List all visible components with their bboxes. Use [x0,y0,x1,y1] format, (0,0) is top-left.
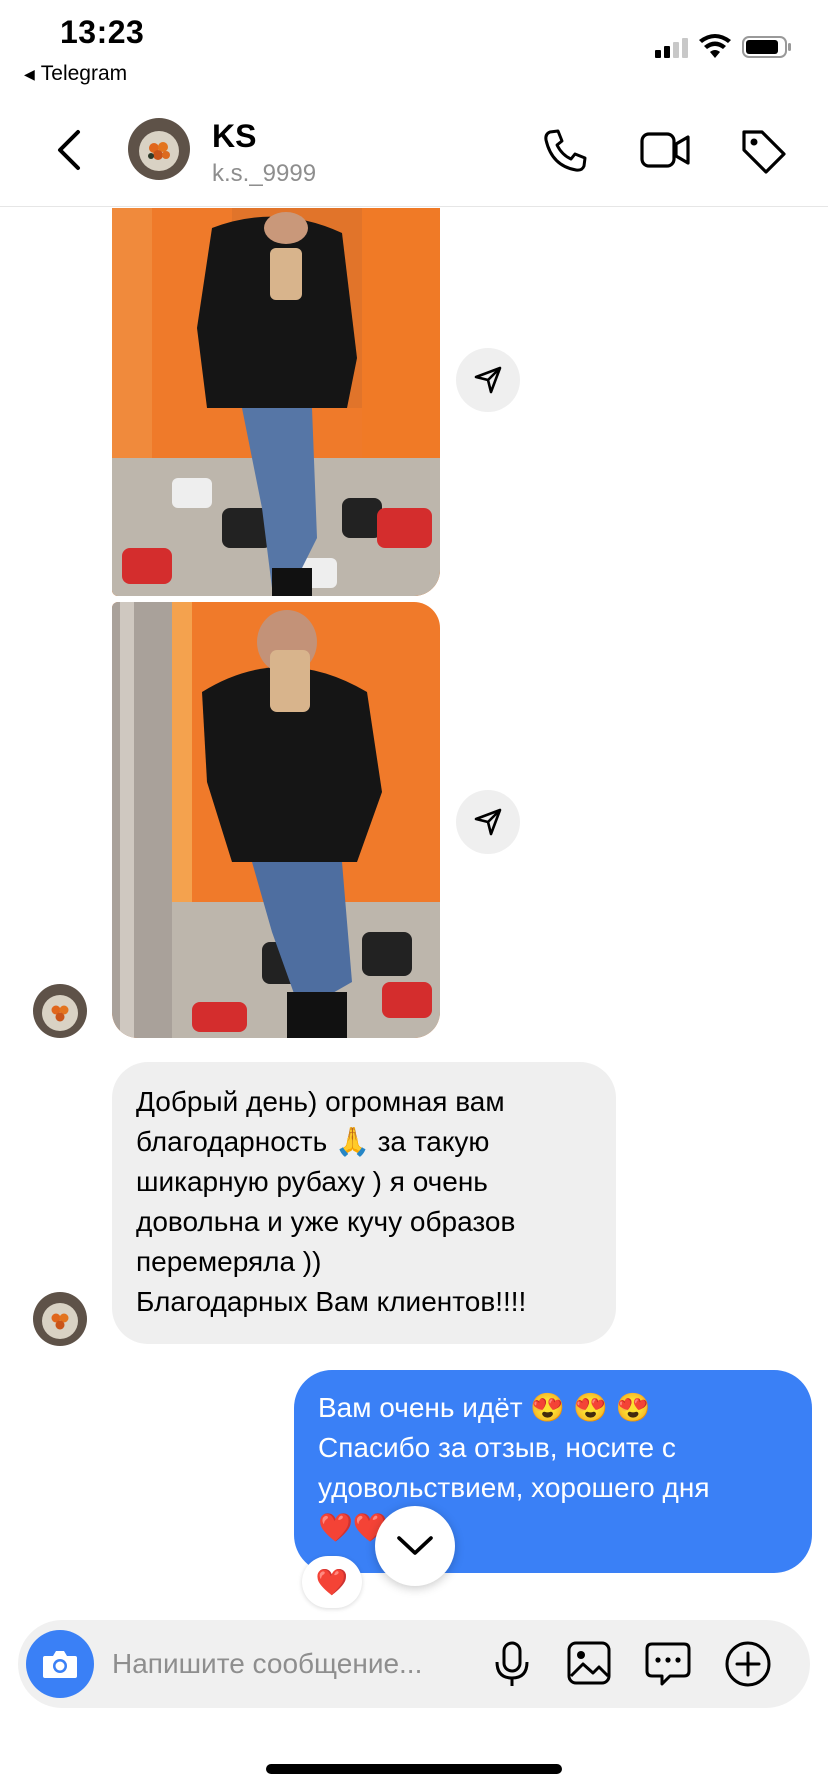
message-line: Благодарных Вам клиентов!!!! [136,1286,527,1317]
incoming-message-bubble[interactable]: Добрый день) огромная вам благодарность … [112,1062,616,1344]
tag-icon[interactable] [738,126,790,176]
sender-avatar[interactable] [33,1292,87,1346]
share-icon [474,808,502,836]
message-line: Спасибо за отзыв, носите с [318,1432,676,1463]
contact-avatar[interactable] [128,118,190,180]
message-line: удовольствием, хорошего дня [318,1472,710,1503]
contact-name[interactable]: KS [212,118,256,155]
share-icon [474,366,502,394]
wifi-icon [699,34,731,58]
sticker-chat-icon[interactable] [644,1640,692,1688]
photo-message[interactable] [112,208,440,596]
phone-icon[interactable] [540,126,590,176]
outgoing-message-bubble[interactable]: Вам очень идёт 😍 😍 😍 Спасибо за отзыв, н… [294,1370,812,1573]
share-photo-button[interactable] [456,790,520,854]
scroll-to-bottom-button[interactable] [375,1506,455,1586]
gallery-icon[interactable] [566,1640,612,1686]
contact-handle[interactable]: k.s._9999 [212,160,316,188]
message-reaction[interactable]: ❤️ [302,1556,362,1608]
camera-icon [43,1651,77,1678]
chat-header [0,100,828,207]
back-to-app-link[interactable]: ◀ Telegram [24,62,127,86]
video-call-icon[interactable] [638,126,692,174]
share-photo-button[interactable] [456,348,520,412]
message-input[interactable] [112,1646,482,1682]
camera-button[interactable] [26,1630,94,1698]
message-line: перемеряла )) [136,1246,322,1277]
microphone-icon[interactable] [492,1640,532,1688]
message-line: благодарность 🙏 за такую [136,1126,490,1157]
back-app-label: Telegram [40,62,128,85]
home-indicator [266,1764,562,1774]
message-line: Вам очень идёт 😍 😍 😍 [318,1392,651,1423]
cellular-signal-icon [655,38,688,58]
chevron-down-icon [397,1536,433,1555]
photo-message[interactable] [112,602,440,1038]
message-line: довольна и уже кучу образов [136,1206,516,1237]
sender-avatar[interactable] [33,984,87,1038]
message-line: шикарную рубаху ) я очень [136,1166,488,1197]
message-line: Добрый день) огромная вам [136,1086,505,1117]
back-triangle-icon: ◀ [24,65,35,82]
plus-circle-icon[interactable] [724,1640,772,1688]
status-time: 13:23 [60,14,145,50]
battery-icon [742,36,791,58]
back-chevron-icon[interactable] [48,126,88,174]
